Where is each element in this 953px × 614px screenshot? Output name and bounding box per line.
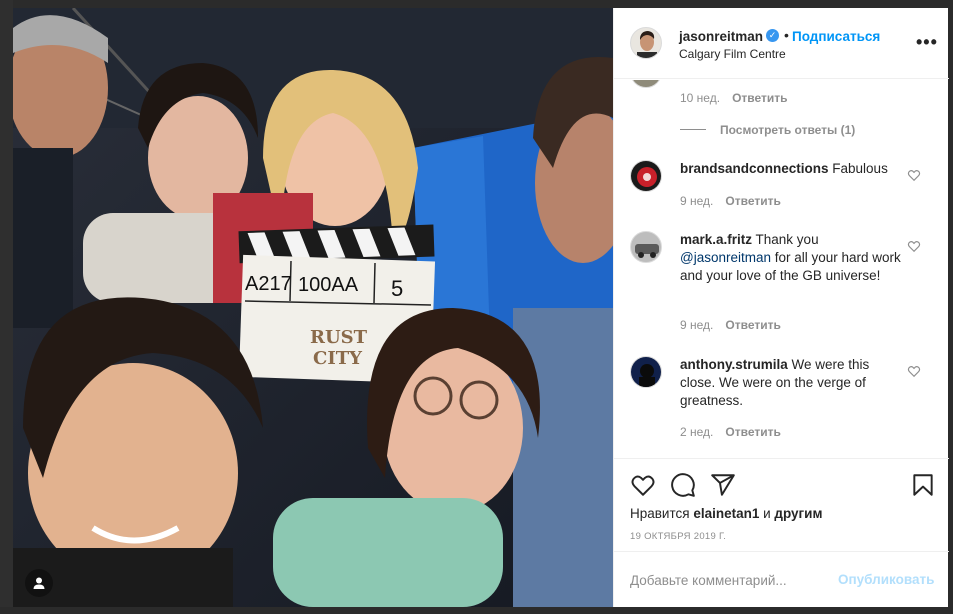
post-header: jasonreitman ✓ • Подписаться Calgary Fil… <box>614 8 949 79</box>
view-replies-button[interactable]: Посмотреть ответы (1) <box>720 123 855 137</box>
comment-author[interactable]: brandsandconnections <box>680 161 829 176</box>
post-date[interactable]: 19 октября 2019 г. <box>630 531 726 542</box>
separator-dot: • <box>784 27 789 43</box>
previous-comment-reply-button[interactable]: Ответить <box>732 91 787 105</box>
comment-author[interactable]: mark.a.fritz <box>680 232 752 247</box>
page-backdrop-left <box>0 0 13 614</box>
previous-comment-time: 10 нед. <box>680 91 721 105</box>
previous-comment-avatar[interactable] <box>630 80 662 88</box>
comment-avatar-image <box>631 161 661 191</box>
comments-list: 10 нед. Ответить Посмотреть ответы (1) br… <box>614 80 949 458</box>
share-icon[interactable] <box>710 472 736 498</box>
comment-text: anthony.strumila We were this close. We … <box>680 356 905 410</box>
slate-title-bottom: CITY <box>313 348 363 369</box>
comment-reply-button[interactable]: Ответить <box>725 318 780 332</box>
comment-mention[interactable]: @jasonreitman <box>680 250 771 265</box>
comment-text: brandsandconnections Fabulous <box>680 160 905 178</box>
add-comment-input[interactable] <box>630 570 830 590</box>
comment-time: 9 нед. <box>680 318 714 332</box>
slate-take: 5 <box>391 276 403 301</box>
view-replies-line <box>680 129 706 130</box>
comment-meta: 9 нед. Ответить <box>680 318 781 332</box>
user-tag-button[interactable] <box>25 569 53 597</box>
comment-time: 2 нед. <box>680 425 714 439</box>
more-options-icon[interactable]: ••• <box>916 32 938 53</box>
comment-like-heart-icon[interactable] <box>907 239 921 253</box>
user-tag-icon <box>33 577 45 589</box>
slate-title-top: RUST <box>310 327 368 348</box>
comment-meta: 2 нед. Ответить <box>680 425 781 439</box>
post-photo[interactable]: A217 100AA 5 RUST CITY <box>13 8 613 607</box>
comment-avatar[interactable] <box>630 231 662 263</box>
heart-icon[interactable] <box>630 472 656 498</box>
comment-reply-button[interactable]: Ответить <box>725 425 780 439</box>
post-photo-illustration: A217 100AA 5 RUST CITY <box>13 8 613 607</box>
bookmark-icon[interactable] <box>910 472 936 498</box>
slate-scene: A217 <box>245 273 292 295</box>
comment-reply-button[interactable]: Ответить <box>725 194 780 208</box>
author-avatar-image <box>631 28 661 58</box>
comment-author[interactable]: anthony.strumila <box>680 357 788 372</box>
publish-button[interactable]: Опубликовать <box>838 572 934 587</box>
comment-avatar-image <box>631 357 661 387</box>
author-avatar[interactable] <box>630 27 662 59</box>
comment-time: 9 нед. <box>680 194 714 208</box>
page-backdrop-top <box>0 0 953 8</box>
comment-like-heart-icon[interactable] <box>907 364 921 378</box>
previous-comment-avatar-image <box>631 80 661 87</box>
previous-comment-meta: 10 нед. Ответить <box>680 91 788 105</box>
likes-user[interactable]: elainetan1 <box>693 506 759 521</box>
slate-roll: 100AA <box>298 274 359 296</box>
comment-body: Fabulous <box>828 161 888 176</box>
likes-mid: и <box>759 506 775 521</box>
likes-summary: Нравится elainetan1 и другим <box>630 506 822 521</box>
comment-text: mark.a.fritz Thank you @jasonreitman for… <box>680 231 905 285</box>
likes-others[interactable]: другим <box>774 506 822 521</box>
likes-prefix: Нравится <box>630 506 694 521</box>
comment-avatar-image <box>631 232 661 262</box>
comment-like-heart-icon[interactable] <box>907 168 921 182</box>
comment-avatar[interactable] <box>630 160 662 192</box>
comment-meta: 9 нед. Ответить <box>680 194 781 208</box>
post-sidebar: jasonreitman ✓ • Подписаться Calgary Fil… <box>613 8 949 607</box>
author-username[interactable]: jasonreitman <box>679 29 763 44</box>
comment-avatar[interactable] <box>630 356 662 388</box>
add-comment-form: Опубликовать <box>614 551 949 607</box>
page-backdrop-bottom <box>0 607 953 614</box>
post-location[interactable]: Calgary Film Centre <box>679 47 786 61</box>
verified-badge-icon: ✓ <box>766 29 779 42</box>
comment-icon[interactable] <box>670 472 696 498</box>
comment-body: Thank you <box>752 232 819 247</box>
follow-button[interactable]: Подписаться <box>792 29 880 44</box>
